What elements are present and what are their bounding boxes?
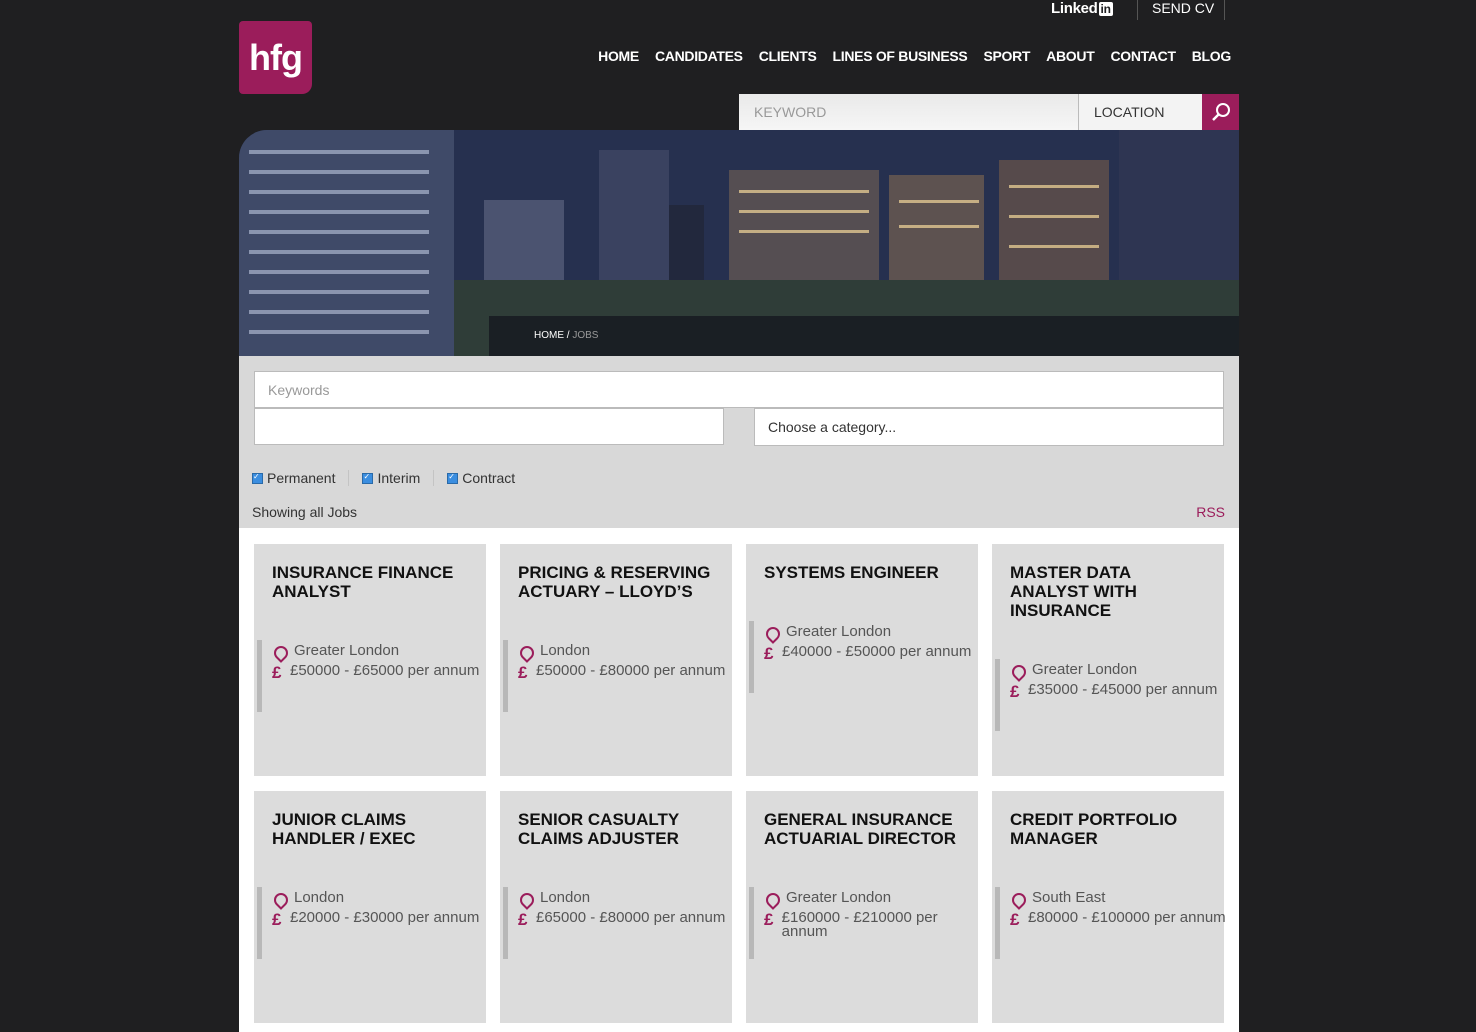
pound-icon: £ <box>1010 682 1020 701</box>
job-card[interactable]: GENERAL INSURANCE ACTUARIAL DIRECTOR Gre… <box>746 791 978 1023</box>
job-card[interactable]: SYSTEMS ENGINEER Greater London £ £40000 … <box>746 544 978 776</box>
job-location: London <box>540 642 591 659</box>
job-title[interactable]: PRICING & RESERVING ACTUARY – LLOYD’S <box>518 563 718 601</box>
header-search: KEYWORD LOCATION <box>739 94 1239 130</box>
job-title[interactable]: CREDIT PORTFOLIO MANAGER <box>1010 810 1210 848</box>
job-location: South East <box>1032 889 1106 906</box>
filter-label: Permanent <box>267 470 336 486</box>
pound-icon: £ <box>1010 910 1020 929</box>
job-card[interactable]: PRICING & RESERVING ACTUARY – LLOYD’S Lo… <box>500 544 732 776</box>
location-pin-icon <box>1009 662 1029 682</box>
search-button[interactable] <box>1202 94 1239 130</box>
nav-candidates[interactable]: CANDIDATES <box>655 48 743 64</box>
job-location: Greater London <box>786 623 892 640</box>
checkbox-icon[interactable] <box>362 472 374 484</box>
job-meta: Greater London £ £35000 - £45000 per annu… <box>995 659 1230 731</box>
breadcrumb-bar: HOME / JOBS <box>489 316 1239 356</box>
job-meta: Greater London £ £40000 - £50000 per annu… <box>749 621 984 693</box>
linkedin-link[interactable]: Linked in <box>1051 0 1113 17</box>
send-cv-link[interactable]: SEND CV <box>1152 0 1214 16</box>
job-salary: £80000 - £100000 per annum <box>1028 909 1226 926</box>
breadcrumb-home[interactable]: HOME <box>534 330 564 341</box>
filter-contract[interactable]: Contract <box>447 470 528 486</box>
location-pin-icon <box>271 890 291 910</box>
job-meta: Greater London £ £50000 - £65000 per annu… <box>257 640 492 712</box>
location-input[interactable]: LOCATION <box>1078 94 1202 130</box>
filter-permanent[interactable]: Permanent <box>252 470 350 486</box>
breadcrumb: HOME / JOBS <box>534 330 598 341</box>
divider <box>1224 0 1225 20</box>
nav-about[interactable]: ABOUT <box>1046 48 1095 64</box>
job-salary: £40000 - £50000 per annum <box>782 643 972 660</box>
nav-contact[interactable]: CONTACT <box>1110 48 1176 64</box>
job-meta: Greater London £ £160000 - £210000 per an… <box>749 887 984 959</box>
job-grid: INSURANCE FINANCE ANALYST Greater London… <box>239 528 1239 1032</box>
keyword-input[interactable]: KEYWORD <box>739 94 1078 130</box>
job-salary: £160000 - £210000 per annum <box>781 909 938 940</box>
checkbox-icon[interactable] <box>252 472 263 484</box>
job-salary: £50000 - £65000 per annum <box>290 662 480 679</box>
nav-clients[interactable]: CLIENTS <box>759 48 817 64</box>
job-card[interactable]: JUNIOR CLAIMS HANDLER / EXEC London £ £20… <box>254 791 486 1023</box>
pound-icon: £ <box>764 644 774 663</box>
pound-icon: £ <box>272 663 282 682</box>
job-location: Greater London <box>786 889 892 906</box>
filter-label: Contract <box>462 470 516 486</box>
rss-link[interactable]: RSS <box>1196 504 1225 520</box>
breadcrumb-current: JOBS <box>572 330 599 341</box>
search-icon <box>1211 103 1230 121</box>
pound-icon: £ <box>518 663 528 682</box>
linkedin-icon: in <box>1098 1 1113 16</box>
job-type-filters: Permanent Interim Contract <box>252 470 541 486</box>
hero-banner: HOME / JOBS <box>239 130 1239 356</box>
job-title[interactable]: GENERAL INSURANCE ACTUARIAL DIRECTOR <box>764 810 964 848</box>
divider <box>1137 0 1138 20</box>
job-meta: London £ £20000 - £30000 per annum <box>257 887 492 959</box>
checkbox-icon[interactable] <box>447 472 459 484</box>
pound-icon: £ <box>764 910 774 929</box>
job-title[interactable]: MASTER DATA ANALYST WITH INSURANCE <box>1010 563 1210 620</box>
job-card[interactable]: INSURANCE FINANCE ANALYST Greater London… <box>254 544 486 776</box>
logo[interactable]: hfg <box>239 21 312 94</box>
location-pin-icon <box>763 890 783 910</box>
nav-blog[interactable]: BLOG <box>1192 48 1232 64</box>
job-location: London <box>294 889 345 906</box>
job-salary: £65000 - £80000 per annum <box>536 909 726 926</box>
job-card[interactable]: MASTER DATA ANALYST WITH INSURANCE Great… <box>992 544 1224 776</box>
location-pin-icon <box>763 624 783 644</box>
job-location: Greater London <box>294 642 400 659</box>
job-card[interactable]: CREDIT PORTFOLIO MANAGER South East £ £80… <box>992 791 1226 1023</box>
job-title[interactable]: JUNIOR CLAIMS HANDLER / EXEC <box>272 810 472 848</box>
job-meta: South East £ £80000 - £100000 per annum <box>995 887 1230 959</box>
category-select[interactable]: Choose a category... <box>754 408 1224 446</box>
job-title[interactable]: SENIOR CASUALTY CLAIMS ADJUSTER <box>518 810 718 848</box>
job-salary: £35000 - £45000 per annum <box>1028 681 1218 698</box>
location-pin-icon <box>271 643 291 663</box>
linkedin-label: Linked <box>1051 0 1098 17</box>
location-pin-icon <box>517 890 537 910</box>
job-location: London <box>540 889 591 906</box>
job-meta: London £ £65000 - £80000 per annum <box>503 887 738 959</box>
main-nav: HOME CANDIDATES CLIENTS LINES OF BUSINES… <box>598 48 1231 64</box>
jobs-panel: Keywords Choose a category... Permanent … <box>239 356 1239 1032</box>
location-filter-input[interactable] <box>254 408 724 445</box>
job-salary: £50000 - £80000 per annum <box>536 662 726 679</box>
location-pin-icon <box>517 643 537 663</box>
job-meta: London £ £50000 - £80000 per annum <box>503 640 738 712</box>
job-card[interactable]: SENIOR CASUALTY CLAIMS ADJUSTER London £… <box>500 791 732 1023</box>
keywords-input[interactable]: Keywords <box>254 371 1224 408</box>
nav-sport[interactable]: SPORT <box>983 48 1030 64</box>
job-title[interactable]: SYSTEMS ENGINEER <box>764 563 964 582</box>
nav-lines-of-business[interactable]: LINES OF BUSINESS <box>833 48 968 64</box>
job-location: Greater London <box>1032 661 1138 678</box>
results-status: Showing all Jobs <box>252 504 358 520</box>
filter-label: Interim <box>377 470 421 486</box>
pound-icon: £ <box>272 910 282 929</box>
filter-interim[interactable]: Interim <box>362 470 435 486</box>
job-salary: £20000 - £30000 per annum <box>290 909 480 926</box>
job-title[interactable]: INSURANCE FINANCE ANALYST <box>272 563 472 601</box>
pound-icon: £ <box>518 910 528 929</box>
location-pin-icon <box>1009 890 1029 910</box>
nav-home[interactable]: HOME <box>598 48 639 64</box>
